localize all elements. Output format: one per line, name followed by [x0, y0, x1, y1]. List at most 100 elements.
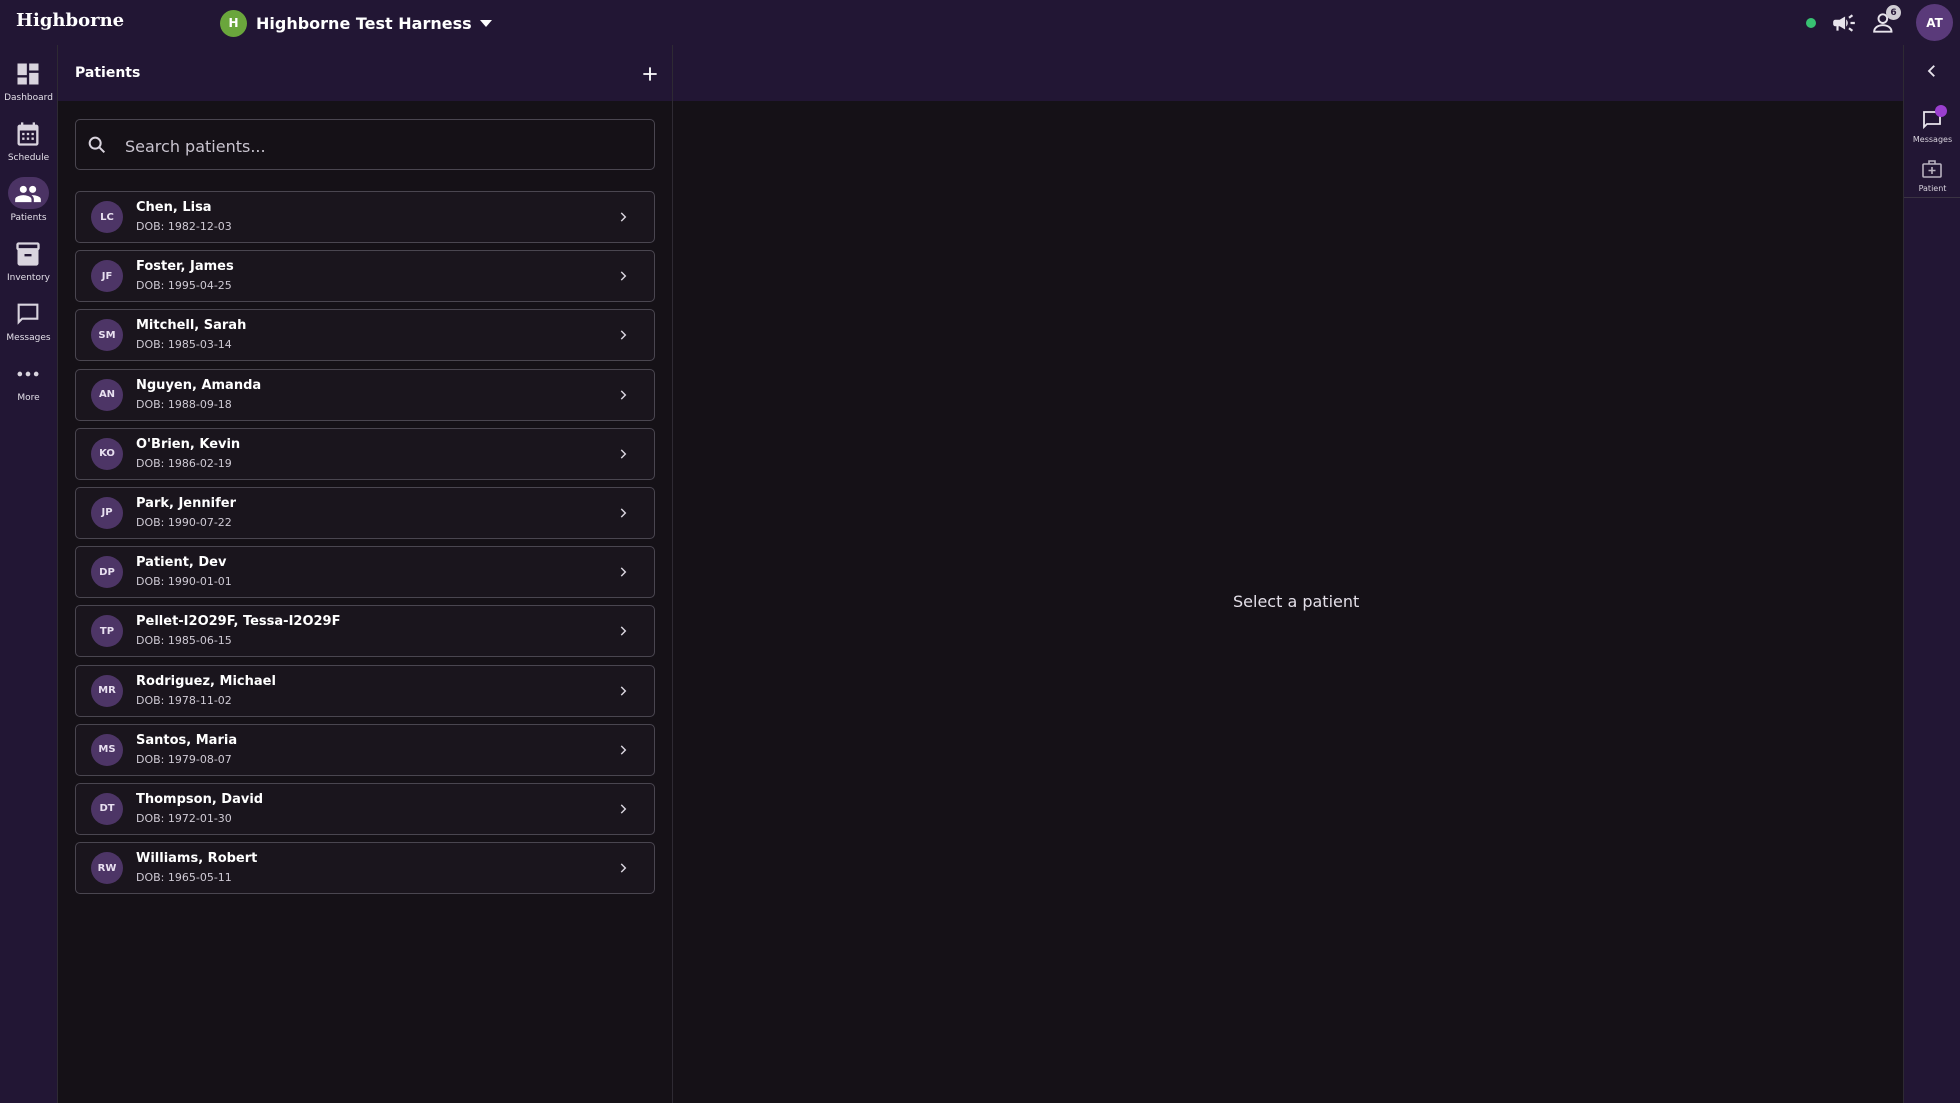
chevron-right-icon [620, 804, 627, 814]
patient-name: Williams, Robert [136, 851, 258, 867]
nav-label: Schedule [7, 153, 50, 163]
patient-dob: DOB: 1982-12-03 [136, 220, 232, 233]
patient-name: Foster, James [136, 259, 234, 275]
patient-dob: DOB: 1986-02-19 [136, 456, 232, 470]
patient-avatar: SM [91, 319, 123, 352]
content-header [673, 45, 1903, 101]
chevron-right-icon [620, 567, 627, 577]
patient-card[interactable]: RW Williams, Robert DOB: 1965-05-11 [75, 842, 655, 895]
patient-card[interactable]: LC Chen, Lisa DOB: 1982-12-03 [75, 191, 655, 243]
megaphone-icon [1833, 14, 1855, 32]
nav-label: Patients [10, 213, 47, 223]
patient-name: Chen, Lisa [136, 200, 212, 215]
chevron-right-icon [620, 626, 627, 636]
patient-avatar: TP [91, 615, 123, 648]
patient-card[interactable]: MS Santos, Maria DOB: 1979-08-07 [75, 723, 655, 776]
patient-avatar: DT [91, 792, 123, 825]
right-nav-messages[interactable]: Messages [1904, 105, 1960, 154]
patient-name: Pellet-I2O29F, Tessa-I2O29F [136, 614, 341, 630]
patient-dob: DOB: 1995-04-25 [136, 279, 232, 293]
org-switcher[interactable]: H Highborne Test Harness [220, 9, 492, 37]
patient-name: Patient, Dev [136, 555, 227, 571]
nav-item-messages[interactable]: Messages [0, 298, 57, 354]
chevron-right-icon [620, 271, 627, 281]
chat-icon [17, 303, 39, 325]
patient-card[interactable]: DP Patient, Dev DOB: 1990-01-01 [75, 546, 655, 599]
patient-dob: DOB: 1990-07-22 [136, 515, 232, 529]
patient-dob: DOB: 1988-09-18 [136, 397, 232, 411]
notification-count-badge: 6 [1886, 5, 1901, 20]
patient-name: Santos, Maria [136, 732, 238, 748]
medical-bag-icon [1922, 160, 1942, 178]
patient-dob: DOB: 1979-08-07 [136, 752, 232, 766]
search-input[interactable] [123, 130, 627, 162]
chevron-right-icon [620, 685, 627, 696]
panel-divider [672, 45, 673, 1103]
patient-card[interactable]: AN Nguyen, Amanda DOB: 1988-09-18 [75, 368, 655, 421]
brand-logo[interactable]: Highborne [16, 10, 124, 31]
right-nav-label: Messages [1912, 135, 1953, 144]
user-avatar[interactable]: AT [1916, 4, 1953, 41]
empty-state-text: Select a patient [1233, 592, 1360, 611]
patient-avatar: DP [91, 556, 123, 589]
nav-item-inventory[interactable]: Inventory [0, 238, 57, 294]
chevron-right-icon [620, 330, 627, 340]
patient-name: Mitchell, Sarah [136, 318, 247, 334]
nav-label: More [17, 393, 40, 403]
org-name: Highborne Test Harness [256, 13, 472, 33]
patient-avatar: RW [91, 852, 123, 885]
caret-down-icon [479, 19, 492, 27]
patients-panel-header: Patients [58, 45, 672, 101]
announcements-button[interactable] [1831, 10, 1857, 36]
patient-dob: DOB: 1990-01-01 [136, 575, 232, 589]
patient-avatar: JF [91, 260, 123, 293]
patient-dob: DOB: 1985-03-14 [136, 338, 232, 352]
right-sidebar: Messages Patient [1903, 45, 1960, 1103]
patient-name: Rodriguez, Michael [136, 673, 276, 689]
chevron-right-icon [620, 508, 627, 518]
nav-item-schedule[interactable]: Schedule [0, 118, 57, 174]
patient-card[interactable]: TP Pellet-I2O29F, Tessa-I2O29F DOB: 1985… [75, 605, 655, 658]
right-rail-divider [1904, 197, 1960, 198]
chevron-right-icon [620, 449, 627, 459]
patient-avatar: LC [91, 201, 123, 233]
nav-label: Dashboard [4, 93, 53, 103]
add-patient-button[interactable] [640, 64, 660, 84]
online-status-indicator [1806, 18, 1816, 28]
chevron-right-icon [620, 389, 627, 400]
patient-dob: DOB: 1978-11-02 [136, 693, 232, 707]
people-notifications-button[interactable]: 6 [1872, 5, 1901, 36]
patient-card[interactable]: JF Foster, James DOB: 1995-04-25 [75, 250, 655, 303]
patient-name: O'Brien, Kevin [136, 436, 241, 452]
archive-box-icon [16, 242, 40, 266]
patient-name: Park, Jennifer [136, 495, 236, 511]
nav-item-more[interactable]: More [0, 358, 57, 414]
calendar-icon [17, 122, 39, 146]
nav-item-dashboard[interactable]: Dashboard [0, 58, 57, 114]
patient-dob: DOB: 1985-06-15 [136, 634, 232, 648]
patient-avatar: MS [91, 733, 123, 766]
chevron-right-icon [620, 863, 627, 873]
nav-label: Inventory [7, 273, 50, 283]
top-bar: Highborne H Highborne Test Harness 6 AT [0, 0, 1960, 45]
patient-card[interactable]: MR Rodriguez, Michael DOB: 1978-11-02 [75, 664, 655, 717]
patient-avatar: MR [91, 674, 123, 707]
panel-title: Patients [75, 65, 141, 81]
patient-name: Thompson, David [136, 791, 264, 807]
dashboard-icon [17, 63, 39, 85]
patient-avatar: JP [91, 496, 123, 529]
chevron-left-icon[interactable] [1923, 62, 1941, 80]
patient-card[interactable]: DT Thompson, David DOB: 1972-01-30 [75, 782, 655, 835]
patient-card[interactable]: KO O'Brien, Kevin DOB: 1986-02-19 [75, 427, 655, 480]
unread-badge [1935, 105, 1947, 117]
patient-avatar: KO [91, 437, 123, 470]
patient-avatar: AN [91, 378, 123, 411]
patient-card[interactable]: JP Park, Jennifer DOB: 1990-07-22 [75, 486, 655, 539]
search-icon [88, 136, 106, 154]
chevron-right-icon [620, 212, 627, 222]
search-box [75, 119, 655, 170]
chevron-right-icon [620, 745, 627, 755]
more-horizontal-icon [17, 371, 39, 377]
patient-card[interactable]: SM Mitchell, Sarah DOB: 1985-03-14 [75, 309, 655, 362]
nav-item-patients[interactable]: Patients [0, 177, 57, 234]
